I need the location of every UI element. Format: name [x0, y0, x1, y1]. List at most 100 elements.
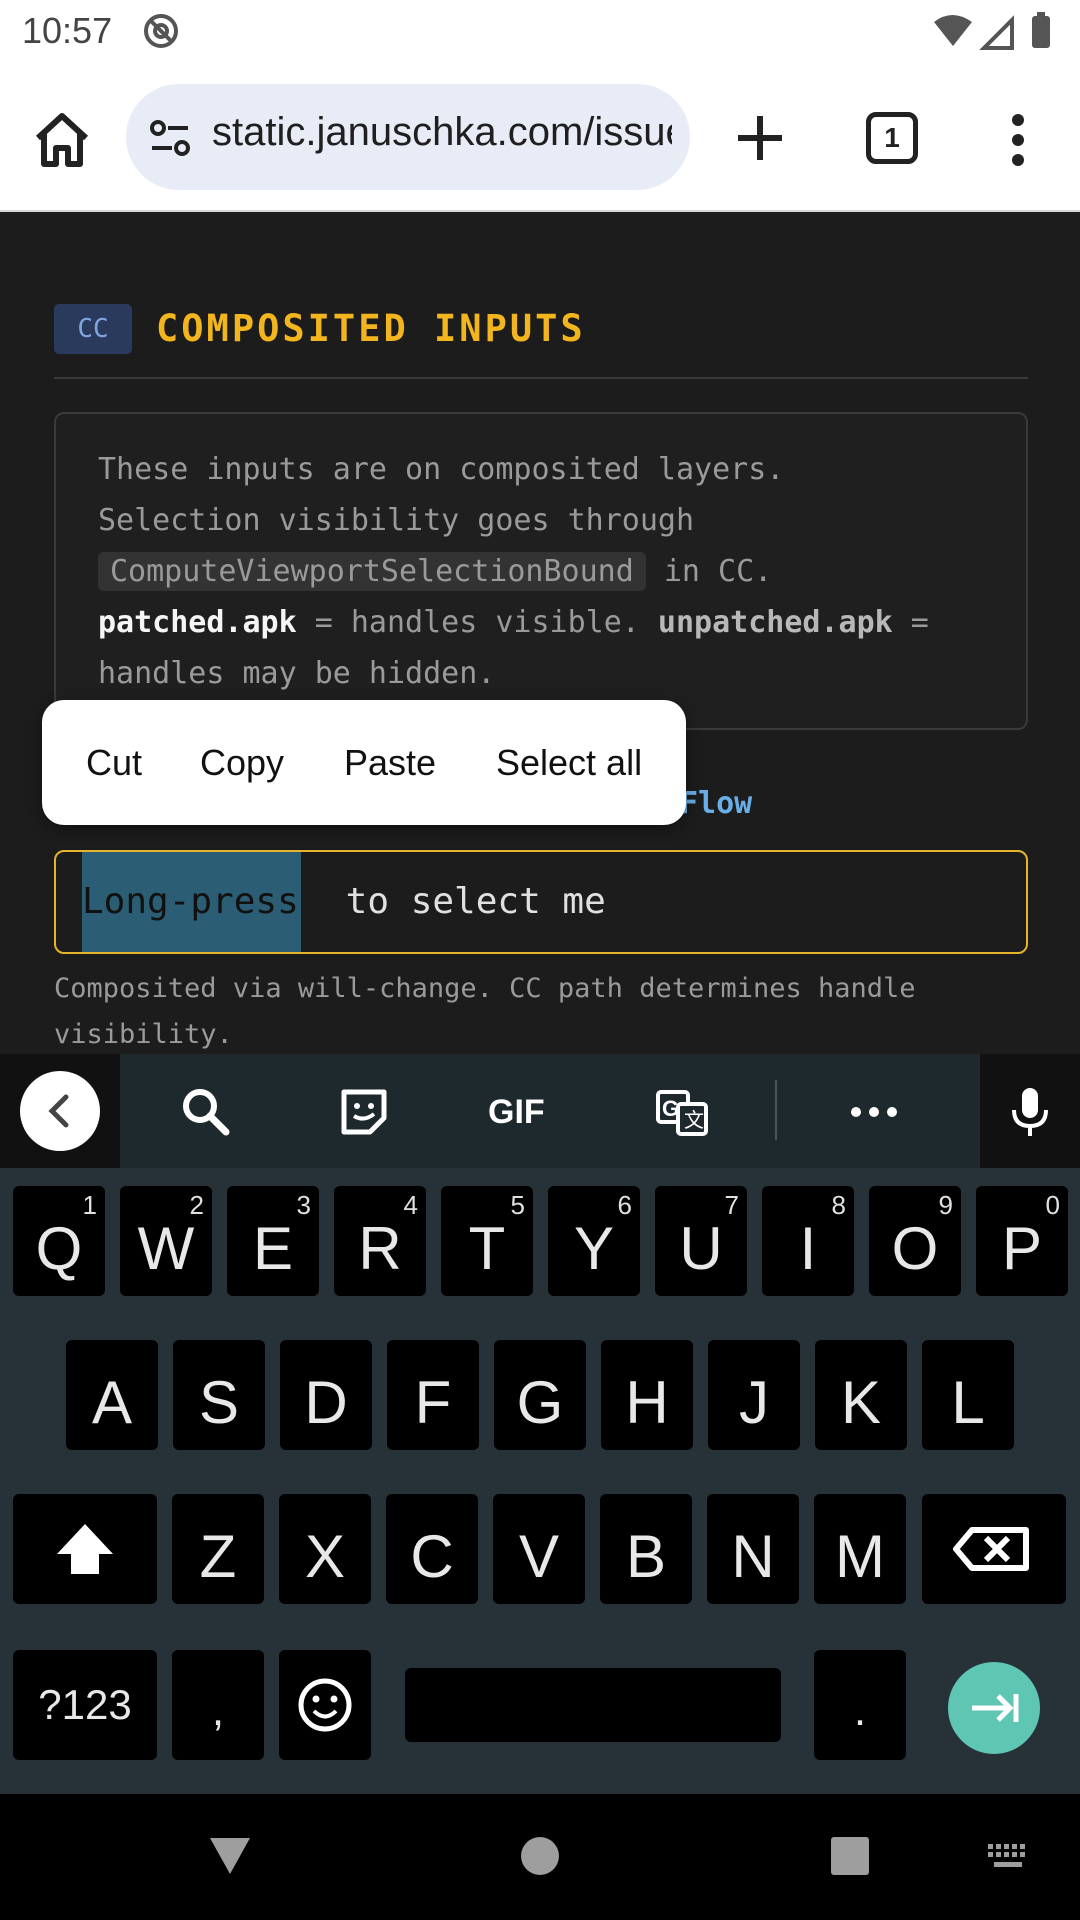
symbols-key[interactable]: ?123	[13, 1650, 157, 1760]
more-vert-icon[interactable]	[994, 108, 1042, 172]
key-f-label: F	[414, 1369, 452, 1436]
code-chip: ComputeViewportSelectionBound	[98, 552, 646, 591]
key-s-label: S	[198, 1369, 240, 1436]
plus-icon[interactable]	[730, 108, 790, 168]
cut-button[interactable]: Cut	[86, 700, 142, 825]
key-l-label: L	[951, 1369, 985, 1436]
key-j-label: J	[739, 1369, 769, 1436]
key-p[interactable]: P0	[976, 1186, 1068, 1296]
paste-button[interactable]: Paste	[344, 700, 436, 825]
key-h[interactable]: H	[601, 1340, 693, 1450]
key-w[interactable]: W2	[120, 1186, 212, 1296]
recents-square-icon[interactable]	[830, 1836, 870, 1876]
emoji-icon	[298, 1678, 352, 1732]
key-r[interactable]: R4	[334, 1186, 426, 1296]
key-m[interactable]: M	[814, 1494, 906, 1604]
home-icon[interactable]	[30, 108, 94, 172]
keyboard-switch-icon[interactable]	[986, 1842, 1030, 1870]
composited-text-input[interactable]: Long-press to select me	[54, 850, 1028, 954]
key-i-label: I	[799, 1215, 817, 1282]
key-r-hint: 4	[403, 1190, 418, 1220]
key-x-label: X	[304, 1523, 346, 1590]
input-text[interactable]: to select me	[324, 852, 606, 952]
input-caption: Composited via will-change. CC path dete…	[54, 973, 916, 1050]
key-k[interactable]: K	[815, 1340, 907, 1450]
flow-link[interactable]: Flow	[680, 786, 752, 821]
more-horiz-icon[interactable]	[846, 1084, 902, 1140]
key-w-label: W	[137, 1215, 195, 1282]
key-p-hint: 0	[1045, 1190, 1060, 1220]
home-circle-icon[interactable]	[520, 1836, 560, 1876]
shift-key[interactable]	[13, 1494, 157, 1604]
signal-icon	[979, 15, 1014, 50]
key-x[interactable]: X	[279, 1494, 371, 1604]
sticker-icon[interactable]	[336, 1084, 392, 1140]
translate-icon[interactable]: G 文	[654, 1084, 710, 1140]
shift-icon	[57, 1524, 113, 1574]
key-u-label: U	[679, 1215, 723, 1282]
info-line: handles may be hidden.	[98, 656, 496, 691]
comma-key[interactable]: ,	[172, 1650, 264, 1760]
space-key[interactable]	[405, 1668, 781, 1742]
key-u[interactable]: U7	[655, 1186, 747, 1296]
key-n[interactable]: N	[707, 1494, 799, 1604]
key-u-hint: 7	[724, 1190, 739, 1220]
info-text-fragment: =	[892, 605, 929, 640]
key-t[interactable]: T5	[441, 1186, 533, 1296]
search-icon[interactable]	[178, 1084, 234, 1140]
key-g[interactable]: G	[494, 1340, 586, 1450]
info-text-fragment: = handles visible.	[296, 605, 658, 640]
url-text[interactable]: static.januschka.com/issue	[212, 110, 672, 155]
key-e-label: E	[252, 1215, 294, 1282]
unpatched-label: unpatched.apk	[657, 605, 893, 640]
key-l[interactable]: L	[922, 1340, 1014, 1450]
key-d[interactable]: D	[280, 1340, 372, 1450]
text-selection-menu: Cut Copy Paste Select all	[42, 700, 686, 825]
collapse-toolbar-button[interactable]	[20, 1071, 100, 1151]
gif-icon[interactable]: GIF	[488, 1084, 552, 1140]
key-i[interactable]: I8	[762, 1186, 854, 1296]
key-b[interactable]: B	[600, 1494, 692, 1604]
key-t-label: T	[468, 1215, 506, 1282]
patched-label: patched.apk	[98, 605, 297, 640]
url-bar[interactable]: static.januschka.com/issue	[126, 84, 690, 190]
copy-button[interactable]: Copy	[200, 700, 284, 825]
key-v-label: V	[518, 1523, 560, 1590]
tab-arrow-icon	[972, 1694, 1019, 1722]
key-q[interactable]: Q1	[13, 1186, 105, 1296]
key-c-label: C	[410, 1523, 454, 1590]
keyboard-toolbar: GIF G 文	[0, 1054, 1080, 1168]
key-a-label: A	[91, 1369, 133, 1436]
selected-text[interactable]: Long-press	[82, 852, 301, 952]
key-c[interactable]: C	[386, 1494, 478, 1604]
key-z[interactable]: Z	[172, 1494, 264, 1604]
key-q-hint: 1	[82, 1190, 97, 1220]
key-b-label: B	[625, 1523, 667, 1590]
select-all-button[interactable]: Select all	[496, 700, 642, 825]
emoji-key[interactable]	[279, 1650, 371, 1760]
key-d-label: D	[304, 1369, 348, 1436]
key-y-hint: 6	[617, 1190, 632, 1220]
backspace-key[interactable]	[922, 1494, 1066, 1604]
key-t-hint: 5	[510, 1190, 525, 1220]
key-a[interactable]: A	[66, 1340, 158, 1450]
enter-key[interactable]	[948, 1662, 1040, 1754]
period-key[interactable]: .	[814, 1650, 906, 1760]
mic-icon[interactable]	[1002, 1084, 1058, 1140]
tab-switcher-button[interactable]: 1	[866, 112, 918, 164]
key-e[interactable]: E3	[227, 1186, 319, 1296]
status-bar: 10:57	[0, 0, 1080, 64]
key-v[interactable]: V	[493, 1494, 585, 1604]
key-s[interactable]: S	[173, 1340, 265, 1450]
key-n-label: N	[731, 1523, 775, 1590]
key-f[interactable]: F	[387, 1340, 479, 1450]
key-z-label: Z	[199, 1523, 237, 1590]
key-j[interactable]: J	[708, 1340, 800, 1450]
back-triangle-icon[interactable]	[208, 1836, 252, 1876]
key-m-label: M	[835, 1523, 885, 1590]
key-y[interactable]: Y6	[548, 1186, 640, 1296]
tune-icon[interactable]	[146, 114, 194, 162]
key-i-hint: 8	[831, 1190, 846, 1220]
info-line: ComputeViewportSelectionBound in CC.	[98, 546, 998, 597]
key-o[interactable]: O9	[869, 1186, 961, 1296]
